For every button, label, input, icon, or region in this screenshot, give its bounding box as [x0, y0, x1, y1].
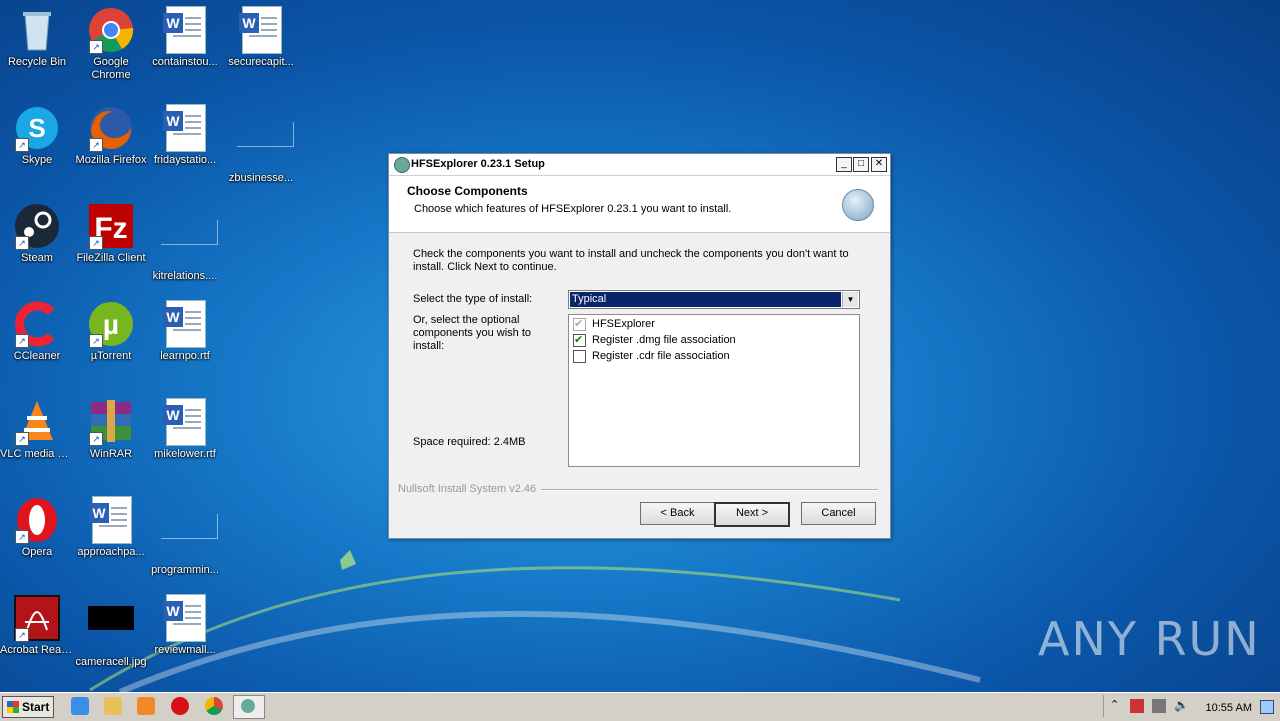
desktop-icon-containstou[interactable]: W containstou...	[148, 6, 222, 69]
install-type-select[interactable]: Typical ▼	[568, 290, 860, 309]
desktop-icon-reviewmall[interactable]: W reviewmall...	[148, 594, 222, 657]
desktop-icon-fridaystatio[interactable]: W fridaystatio...	[148, 104, 222, 167]
maximize-button[interactable]: □	[853, 157, 869, 172]
minimize-button[interactable]: _	[836, 157, 852, 172]
desktop-icon-ccleaner[interactable]: ↗ CCleaner	[0, 300, 74, 363]
hfsexplorer-setup-taskbar-button[interactable]	[233, 695, 265, 719]
back-button[interactable]: < Back	[640, 502, 715, 525]
media-player-icon[interactable]	[137, 697, 155, 715]
desktop-icon-learnpo[interactable]: W learnpo.rtf	[148, 300, 222, 363]
install-type-value: Typical	[570, 292, 841, 307]
branding-separator	[541, 489, 878, 491]
desktop-icon-recycle-bin[interactable]: Recycle Bin	[0, 6, 74, 69]
word-doc-icon: W	[87, 496, 135, 544]
dialog-titlebar[interactable]: HFSExplorer 0.23.1 Setup _ □ ✕	[389, 154, 890, 176]
dialog-header: Choose Components Choose which features …	[389, 176, 890, 233]
show-hidden-icons-icon[interactable]: ⌃	[1110, 698, 1119, 711]
start-button[interactable]: Start	[2, 696, 54, 718]
desktop-icon-skype[interactable]: S ↗ Skype	[0, 104, 74, 167]
chevron-down-icon[interactable]: ▼	[842, 292, 858, 307]
image-file-icon	[87, 606, 135, 654]
setup-dialog: HFSExplorer 0.23.1 Setup _ □ ✕ Choose Co…	[388, 153, 891, 539]
vlc-icon: ↗	[13, 398, 61, 446]
setup-app-icon	[394, 157, 410, 173]
install-type-label: Select the type of install:	[413, 293, 533, 305]
hfsexplorer-setup-icon	[241, 699, 255, 713]
clock[interactable]: 10:55 AM	[1206, 702, 1252, 714]
anyrun-watermark: ANY RUN	[1038, 612, 1261, 666]
desktop-icon-cameracell[interactable]: cameracell.jpg	[74, 594, 148, 669]
opera-icon[interactable]	[171, 697, 189, 715]
opera-icon: ↗	[13, 496, 61, 544]
checkbox-hfsexplorer: ✔	[573, 317, 586, 331]
checkbox-register-dmg[interactable]: ✔	[573, 333, 586, 347]
nsis-branding: Nullsoft Install System v2.46	[398, 483, 537, 495]
desktop-icon-winrar[interactable]: ↗ WinRAR	[74, 398, 148, 461]
word-doc-icon: W	[161, 6, 209, 54]
blank-file-icon	[161, 514, 218, 562]
ie-icon[interactable]	[71, 697, 89, 715]
volume-icon[interactable]: 🔈	[1174, 698, 1189, 712]
instructions-text: Check the components you want to install…	[413, 248, 849, 273]
desktop-icon-zbusinesse[interactable]: zbusinesse...	[224, 104, 298, 185]
chrome-icon[interactable]	[205, 697, 223, 715]
acrobat-icon: ↗	[13, 594, 61, 642]
word-doc-icon: W	[237, 6, 285, 54]
skype-icon: S ↗	[13, 104, 61, 152]
optional-components-label: Or, select the optional components you w…	[413, 314, 532, 352]
desktop-icon-steam[interactable]: ↗ Steam	[0, 202, 74, 265]
desktop-icon-firefox[interactable]: ↗ Mozilla Firefox	[74, 104, 148, 167]
desktop-icon-opera[interactable]: ↗ Opera	[0, 496, 74, 559]
component-register-dmg[interactable]: ✔ Register .dmg file association	[573, 333, 736, 347]
show-desktop-icon[interactable]	[1260, 700, 1274, 714]
desktop-icon-chrome[interactable]: ↗ Google Chrome	[74, 6, 148, 82]
installer-disk-icon	[842, 189, 874, 221]
windows-logo-icon	[7, 701, 19, 713]
desktop-icon-securecapit[interactable]: W securecapit...	[224, 6, 298, 69]
close-button[interactable]: ✕	[871, 157, 887, 172]
component-register-cdr[interactable]: Register .cdr file association	[573, 349, 730, 363]
desktop-icon-utorrent[interactable]: µ ↗ µTorrent	[74, 300, 148, 363]
winrar-icon: ↗	[87, 398, 135, 446]
desktop-icon-acrobat[interactable]: ↗ Acrobat Reader DC	[0, 594, 74, 657]
taskbar: Start ⌃ 🔈 10:55 AM	[0, 692, 1280, 721]
blank-file-icon	[161, 220, 218, 268]
ccleaner-icon: ↗	[13, 300, 61, 348]
recycle-bin-icon	[13, 6, 61, 54]
blank-file-icon	[237, 122, 294, 170]
filezilla-icon: Fz ↗	[87, 202, 135, 250]
word-doc-icon: W	[161, 398, 209, 446]
desktop-icon-mikelower[interactable]: W mikelower.rtf	[148, 398, 222, 461]
component-hfsexplorer: ✔ HFSExplorer	[573, 317, 655, 331]
space-required-text: Space required: 2.4MB	[413, 436, 526, 448]
chrome-icon: ↗	[87, 6, 135, 54]
components-list[interactable]: ✔ HFSExplorer ✔ Register .dmg file associa…	[568, 314, 860, 467]
utorrent-icon: µ ↗	[87, 300, 135, 348]
dialog-title: HFSExplorer 0.23.1 Setup	[411, 158, 545, 170]
svg-text:S: S	[28, 113, 45, 143]
network-icon[interactable]	[1152, 699, 1166, 713]
explorer-icon[interactable]	[104, 697, 122, 715]
desktop-icon-kitrelations[interactable]: kitrelations....	[148, 202, 222, 283]
svg-text:µ: µ	[103, 309, 119, 340]
cancel-button[interactable]: Cancel	[801, 502, 876, 525]
word-doc-icon: W	[161, 594, 209, 642]
steam-icon: ↗	[13, 202, 61, 250]
word-doc-icon: W	[161, 104, 209, 152]
system-tray: ⌃ 🔈 10:55 AM	[1103, 695, 1280, 717]
checkbox-register-cdr[interactable]	[573, 349, 586, 363]
desktop-icon-approachpa[interactable]: W approachpa...	[74, 496, 148, 559]
desktop-icon-programmin[interactable]: programmin...	[148, 496, 222, 577]
header-title: Choose Components	[407, 184, 528, 198]
firefox-icon: ↗	[87, 104, 135, 152]
desktop-icon-filezilla[interactable]: Fz ↗ FileZilla Client	[74, 202, 148, 265]
word-doc-icon: W	[161, 300, 209, 348]
desktop-icon-vlc[interactable]: ↗ VLC media player	[0, 398, 74, 461]
next-button[interactable]: Next >	[714, 502, 790, 527]
header-subtitle: Choose which features of HFSExplorer 0.2…	[414, 203, 732, 215]
action-center-icon[interactable]	[1130, 699, 1144, 713]
